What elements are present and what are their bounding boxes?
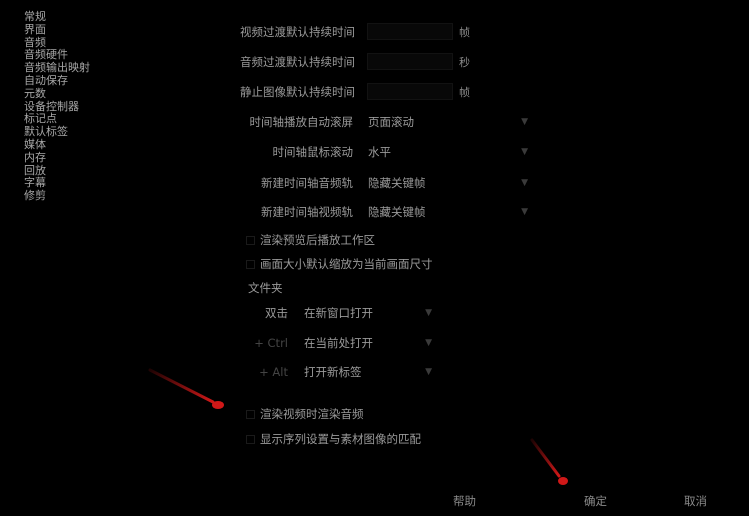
annotation-arrow-1 (148, 368, 224, 409)
timeline-mouse-scroll-dropdown[interactable]: 水平 ▼ (368, 144, 528, 160)
clip-mismatch-checkbox[interactable] (246, 434, 255, 444)
timeline-mouse-scroll-value: 水平 (368, 145, 391, 159)
video-transition-label: 视频过渡默认持续时间 (240, 24, 355, 39)
sidebar-item-media[interactable]: 媒体 (24, 138, 134, 152)
video-transition-unit: 帧 (459, 25, 470, 39)
chevron-down-icon: ▼ (521, 207, 528, 217)
render-preview-checkbox-row[interactable]: 渲染预览后播放工作区 (246, 232, 375, 248)
timeline-autoscroll-value: 页面滚动 (368, 115, 414, 129)
video-transition-input[interactable] (367, 23, 453, 40)
render-preview-label: 渲染预览后播放工作区 (260, 233, 375, 247)
render-preview-checkbox[interactable] (246, 235, 255, 245)
audio-transition-input[interactable] (367, 53, 453, 70)
bins-alt-label: + Alt (259, 365, 288, 379)
timeline-autoscroll-row: 时间轴播放自动滚屏 页面滚动 ▼ (240, 114, 529, 130)
sidebar-item-appearance[interactable]: 界面 (24, 23, 134, 37)
sidebar-item-general[interactable]: 常规 (24, 10, 134, 24)
chevron-down-icon: ▼ (521, 178, 528, 188)
bins-double-click-label: 双击 (265, 306, 288, 320)
render-audio-label: 渲染视频时渲染音频 (260, 407, 364, 421)
render-audio-checkbox[interactable] (246, 409, 255, 419)
bins-double-click-value: 在新窗口打开 (304, 306, 373, 320)
timeline-mouse-scroll-label: 时间轴鼠标滚动 (272, 145, 354, 159)
chevron-down-icon: ▼ (425, 338, 432, 348)
bins-section: 文件夹 (248, 280, 283, 296)
new-timeline-audio-row: 新建时间轴音频轨 隐藏关键帧 ▼ (240, 175, 528, 191)
bins-alt-value: 打开新标签 (304, 365, 362, 379)
new-timeline-audio-label: 新建时间轴音频轨 (261, 176, 353, 190)
clip-mismatch-checkbox-row[interactable]: 显示序列设置与素材图像的匹配 (246, 431, 421, 447)
audio-transition-unit: 秒 (459, 55, 470, 69)
chevron-down-icon: ▼ (425, 308, 432, 318)
timeline-autoscroll-label: 时间轴播放自动滚屏 (249, 115, 354, 129)
audio-transition-label: 音频过渡默认持续时间 (240, 54, 355, 69)
scale-to-frame-checkbox[interactable] (246, 259, 255, 269)
chevron-down-icon: ▼ (425, 367, 432, 377)
bins-alt-row: + Alt 打开新标签 ▼ (248, 364, 432, 380)
sidebar-item-metadata[interactable]: 元数 (24, 87, 134, 101)
chevron-down-icon: ▼ (521, 147, 528, 157)
still-image-row: 静止图像默认持续时间 帧 (240, 83, 470, 100)
new-timeline-audio-value: 隐藏关键帧 (368, 176, 426, 190)
scale-to-frame-label: 画面大小默认缩放为当前画面尺寸 (260, 257, 433, 271)
ok-button[interactable]: 确定 (584, 493, 607, 509)
chevron-down-icon: ▼ (521, 117, 528, 127)
timeline-autoscroll-dropdown[interactable]: 页面滚动 ▼ (368, 114, 528, 130)
sidebar-category-list: 常规 界面 音频 音频硬件 音频输出映射 自动保存 元数 设备控制器 标记点 默… (24, 10, 134, 203)
new-timeline-video-row: 新建时间轴视频轨 隐藏关键帧 ▼ (240, 204, 528, 220)
timeline-mouse-scroll-row: 时间轴鼠标滚动 水平 ▼ (240, 144, 529, 160)
bins-ctrl-label: + Ctrl (254, 336, 288, 350)
new-timeline-video-dropdown[interactable]: 隐藏关键帧 ▼ (368, 204, 528, 220)
bins-double-click-row: 双击 在新窗口打开 ▼ (248, 305, 432, 321)
help-button[interactable]: 帮助 (453, 493, 476, 509)
audio-transition-row: 音频过渡默认持续时间 秒 (240, 53, 470, 70)
still-image-label: 静止图像默认持续时间 (240, 84, 355, 99)
scale-to-frame-checkbox-row[interactable]: 画面大小默认缩放为当前画面尺寸 (246, 256, 433, 272)
bins-header: 文件夹 (248, 281, 283, 295)
bins-ctrl-value: 在当前处打开 (304, 336, 373, 350)
sidebar-item-memory[interactable]: 内存 (24, 151, 134, 165)
new-timeline-video-value: 隐藏关键帧 (368, 205, 426, 219)
bins-alt-dropdown[interactable]: 打开新标签 ▼ (304, 364, 432, 380)
new-timeline-video-label: 新建时间轴视频轨 (261, 205, 353, 219)
still-image-input[interactable] (367, 83, 453, 100)
render-audio-checkbox-row[interactable]: 渲染视频时渲染音频 (246, 406, 364, 422)
bins-ctrl-dropdown[interactable]: 在当前处打开 ▼ (304, 335, 432, 351)
video-transition-row: 视频过渡默认持续时间 帧 (240, 23, 470, 40)
sidebar-item-auto-save[interactable]: 自动保存 (24, 74, 134, 88)
new-timeline-audio-dropdown[interactable]: 隐藏关键帧 ▼ (368, 175, 528, 191)
annotation-arrow-2 (530, 438, 568, 485)
bins-ctrl-row: + Ctrl 在当前处打开 ▼ (248, 335, 432, 351)
bins-double-click-dropdown[interactable]: 在新窗口打开 ▼ (304, 305, 432, 321)
cancel-button[interactable]: 取消 (684, 493, 707, 509)
sidebar-item-trim[interactable]: 修剪 (24, 189, 134, 203)
still-image-unit: 帧 (459, 85, 470, 99)
clip-mismatch-label: 显示序列设置与素材图像的匹配 (260, 432, 421, 446)
